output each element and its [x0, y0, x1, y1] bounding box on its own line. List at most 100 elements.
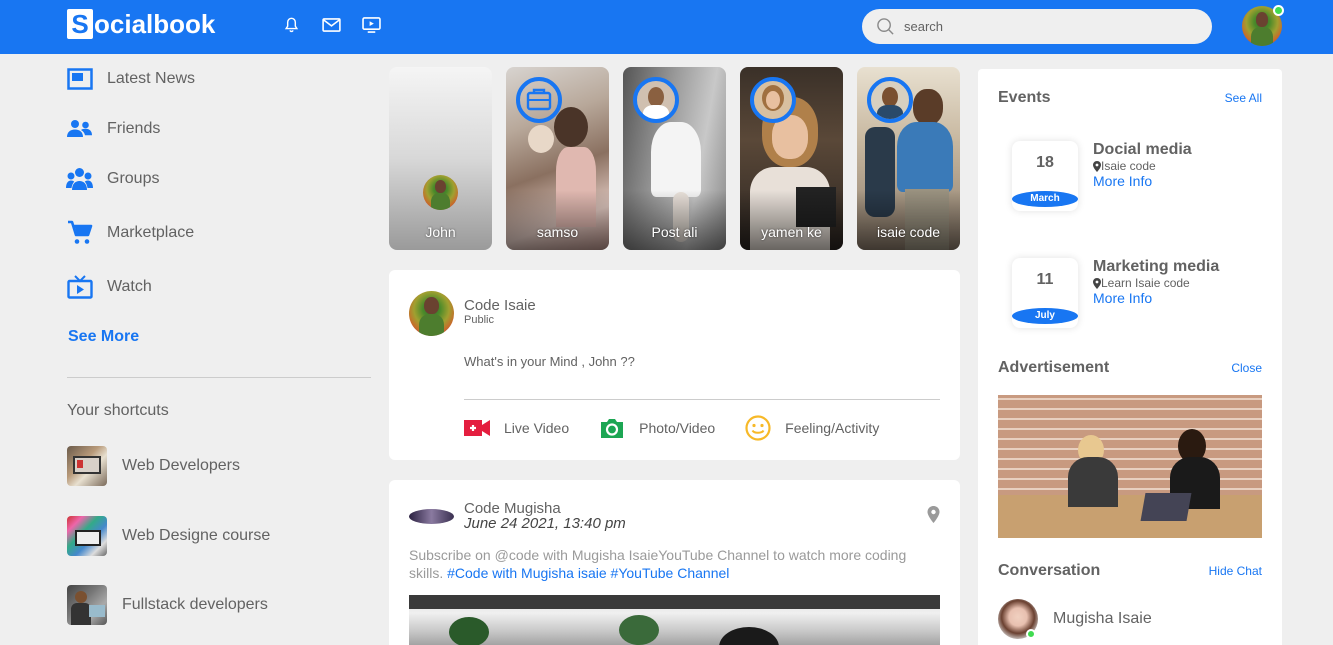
sidebar-item-label: Watch [107, 277, 152, 295]
hide-chat-link[interactable]: Hide Chat [1209, 564, 1262, 578]
event-day: 18 [1036, 154, 1054, 171]
event-item[interactable]: 11 July Marketing media Learn Isaie code… [1012, 258, 1219, 328]
story-ring [867, 77, 913, 123]
sidebar-item-label: Friends [107, 119, 161, 137]
user-avatar[interactable] [409, 291, 454, 336]
live-video-icon [464, 420, 490, 436]
post-hashtags[interactable]: #Code with Mugisha isaie #YouTube Channe… [447, 565, 729, 581]
more-info-link[interactable]: More Info [1093, 173, 1192, 189]
sidebar-item-latest-news[interactable]: Latest News [66, 65, 195, 92]
event-calendar: 11 July [1012, 258, 1078, 328]
action-label: Feeling/Activity [785, 420, 880, 436]
location-pin-icon [1093, 160, 1101, 172]
story-card[interactable]: John [389, 67, 492, 250]
logo[interactable]: S ocialbook [67, 8, 215, 40]
online-indicator [1026, 629, 1036, 639]
smiley-icon [745, 415, 771, 441]
write-post-card: Code Isaie Public What's in your Mind , … [389, 270, 960, 460]
post-actions: Live Video Photo/Video Feeling/Activity [464, 415, 909, 441]
shortcut-label: Web Developers [122, 457, 240, 474]
post-textarea[interactable]: What's in your Mind , John ?? [464, 354, 940, 400]
live-video-button[interactable]: Live Video [464, 419, 569, 437]
location-icon[interactable] [927, 506, 940, 523]
logo-text: ocialbook [94, 8, 216, 39]
more-info-link[interactable]: More Info [1093, 290, 1219, 306]
close-ad-link[interactable]: Close [1231, 361, 1262, 375]
sidebar-item-label: Latest News [107, 69, 196, 87]
navbar: S ocialbook [0, 0, 1333, 54]
shortcut-thumbnail [67, 516, 107, 556]
story-ring [750, 77, 796, 123]
story-card[interactable]: isaie code [857, 67, 960, 250]
shortcut-thumbnail [67, 585, 107, 625]
see-all-link[interactable]: See All [1225, 91, 1262, 105]
event-location: Isaie code [1093, 159, 1192, 173]
action-label: Photo/Video [639, 420, 716, 436]
shortcut-web-developers[interactable]: Web Developers [67, 446, 240, 486]
bell-icon[interactable] [280, 14, 302, 36]
news-icon [66, 65, 93, 92]
video-icon[interactable] [360, 14, 382, 36]
post-author-name: Code Isaie [464, 297, 536, 314]
nav-icons [280, 14, 382, 36]
shortcut-web-design-course[interactable]: Web Designe course [67, 516, 270, 556]
story-name: samso [536, 224, 579, 240]
story-card[interactable]: Post ali [623, 67, 726, 250]
events-title: Events [998, 89, 1051, 106]
event-item[interactable]: 18 March Docial media Isaie code More In… [1012, 141, 1192, 211]
photo-video-button[interactable]: Photo/Video [599, 417, 715, 439]
event-title: Docial media [1093, 141, 1192, 158]
story-ring [633, 77, 679, 123]
online-indicator [1273, 5, 1284, 16]
post-image[interactable] [409, 595, 940, 645]
post-text: Subscribe on @code with Mugisha IsaieYou… [409, 547, 907, 581]
action-label: Live Video [504, 420, 570, 436]
story-card[interactable]: samso [506, 67, 609, 250]
shortcut-fullstack-developers[interactable]: Fullstack developers [67, 585, 268, 625]
groups-icon [66, 165, 93, 192]
story-name: Post ali [651, 224, 698, 240]
advertisement-title: Advertisement [998, 359, 1110, 376]
chat-name: Mugisha Isaie [1053, 610, 1152, 627]
chat-item[interactable]: Mugisha Isaie [998, 599, 1152, 639]
story-name: isaie code [876, 224, 941, 240]
shortcut-label: Fullstack developers [122, 596, 268, 613]
post-date: June 24 2021, 13:40 pm [464, 515, 626, 532]
event-month: July [1012, 308, 1078, 324]
location-pin-icon [1093, 277, 1101, 289]
post-author-avatar[interactable] [409, 509, 454, 524]
event-calendar: 18 March [1012, 141, 1078, 211]
post-card: Code Mugisha June 24 2021, 13:40 pm Subs… [389, 480, 960, 645]
chat-avatar [998, 599, 1038, 639]
watch-icon [66, 273, 93, 300]
sidebar-item-label: Marketplace [107, 223, 195, 241]
story-name: John [425, 224, 456, 240]
right-sidebar: Events See All 18 March Docial media Isa… [978, 69, 1282, 645]
search-bar[interactable] [862, 9, 1212, 44]
search-input[interactable] [904, 19, 1184, 34]
story-card[interactable]: yamen ke [740, 67, 843, 250]
mail-icon[interactable] [320, 14, 342, 36]
advertisement-image[interactable] [998, 395, 1262, 538]
sidebar-item-label: Groups [107, 169, 160, 187]
shortcut-thumbnail [67, 446, 107, 486]
event-location: Learn Isaie code [1093, 276, 1219, 290]
see-more-link[interactable]: See More [68, 328, 139, 346]
privacy-label[interactable]: Public [464, 314, 536, 326]
sidebar-item-marketplace[interactable]: Marketplace [66, 219, 194, 246]
event-title: Marketing media [1093, 258, 1220, 275]
camera-icon [601, 419, 624, 438]
feeling-activity-button[interactable]: Feeling/Activity [745, 415, 879, 441]
sidebar-divider [67, 377, 371, 378]
user-avatar[interactable] [1242, 5, 1284, 46]
sidebar-item-groups[interactable]: Groups [66, 165, 159, 192]
sidebar-item-watch[interactable]: Watch [66, 273, 152, 300]
sidebar-item-friends[interactable]: Friends [66, 115, 160, 142]
event-month: March [1012, 191, 1078, 207]
cart-icon [66, 219, 93, 246]
conversation-title: Conversation [998, 562, 1101, 579]
event-day: 11 [1036, 271, 1054, 288]
shortcut-label: Web Designe course [122, 527, 271, 544]
shortcuts-title: Your shortcuts [67, 402, 169, 419]
left-sidebar: Latest News Friends Groups Marketplace W… [0, 54, 380, 645]
